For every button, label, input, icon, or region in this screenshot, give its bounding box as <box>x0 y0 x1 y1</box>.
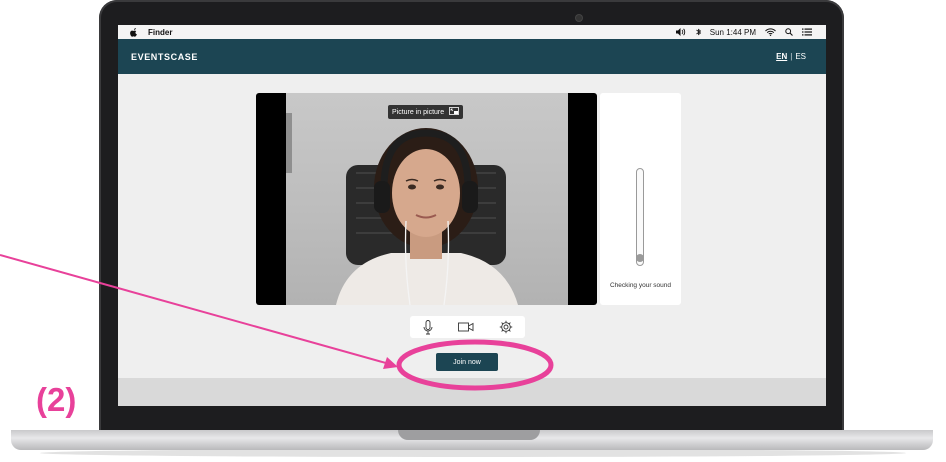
pip-icon <box>449 107 460 117</box>
step-number-label: (2) <box>36 381 77 418</box>
menubar-clock[interactable]: Sun 1:44 PM <box>710 28 756 37</box>
participant-image <box>336 128 518 305</box>
macos-menubar: Finder Sun 1:44 PM <box>118 25 826 39</box>
notification-center-icon[interactable] <box>802 28 812 36</box>
settings-icon[interactable] <box>499 320 513 334</box>
apple-logo-icon[interactable] <box>130 27 138 37</box>
pip-label: Picture in picture <box>392 108 445 116</box>
camera-icon[interactable] <box>457 322 474 332</box>
media-controls <box>410 316 525 338</box>
laptop-camera <box>576 15 582 21</box>
lang-es-link[interactable]: ES <box>795 52 806 61</box>
sound-check-label: Checking your sound <box>609 282 672 289</box>
volume-icon[interactable] <box>675 28 687 36</box>
microphone-icon[interactable] <box>423 319 433 335</box>
spotlight-search-icon[interactable] <box>785 28 793 36</box>
wifi-icon[interactable] <box>765 28 776 36</box>
menubar-status-area: Sun 1:44 PM <box>675 28 812 37</box>
language-switcher: EN | ES <box>776 52 806 61</box>
brand-logo[interactable]: EVENTSCASE <box>131 52 198 62</box>
app-header: EVENTSCASE EN | ES <box>118 39 826 74</box>
video-preview: Picture in picture <box>256 93 597 305</box>
menubar-app-name[interactable]: Finder <box>148 28 172 37</box>
lang-en-link[interactable]: EN <box>776 52 787 61</box>
join-preview-area: Picture in picture Checking your sound J… <box>118 74 826 378</box>
laptop-shadow <box>40 449 906 457</box>
laptop-screen: Finder Sun 1:44 PM EVENTSCASE EN | ES Pi… <box>118 25 826 406</box>
bluetooth-icon[interactable] <box>696 28 701 36</box>
audio-level-meter <box>636 168 644 266</box>
join-now-button[interactable]: Join now <box>436 353 498 371</box>
screen-bottom-bar <box>118 378 826 406</box>
picture-in-picture-button[interactable]: Picture in picture <box>388 105 464 119</box>
camera-feed <box>286 93 568 305</box>
laptop-base-notch <box>398 430 540 440</box>
sound-check-panel: Checking your sound <box>600 93 681 305</box>
audio-level-indicator <box>636 254 644 262</box>
lang-separator: | <box>790 52 793 61</box>
